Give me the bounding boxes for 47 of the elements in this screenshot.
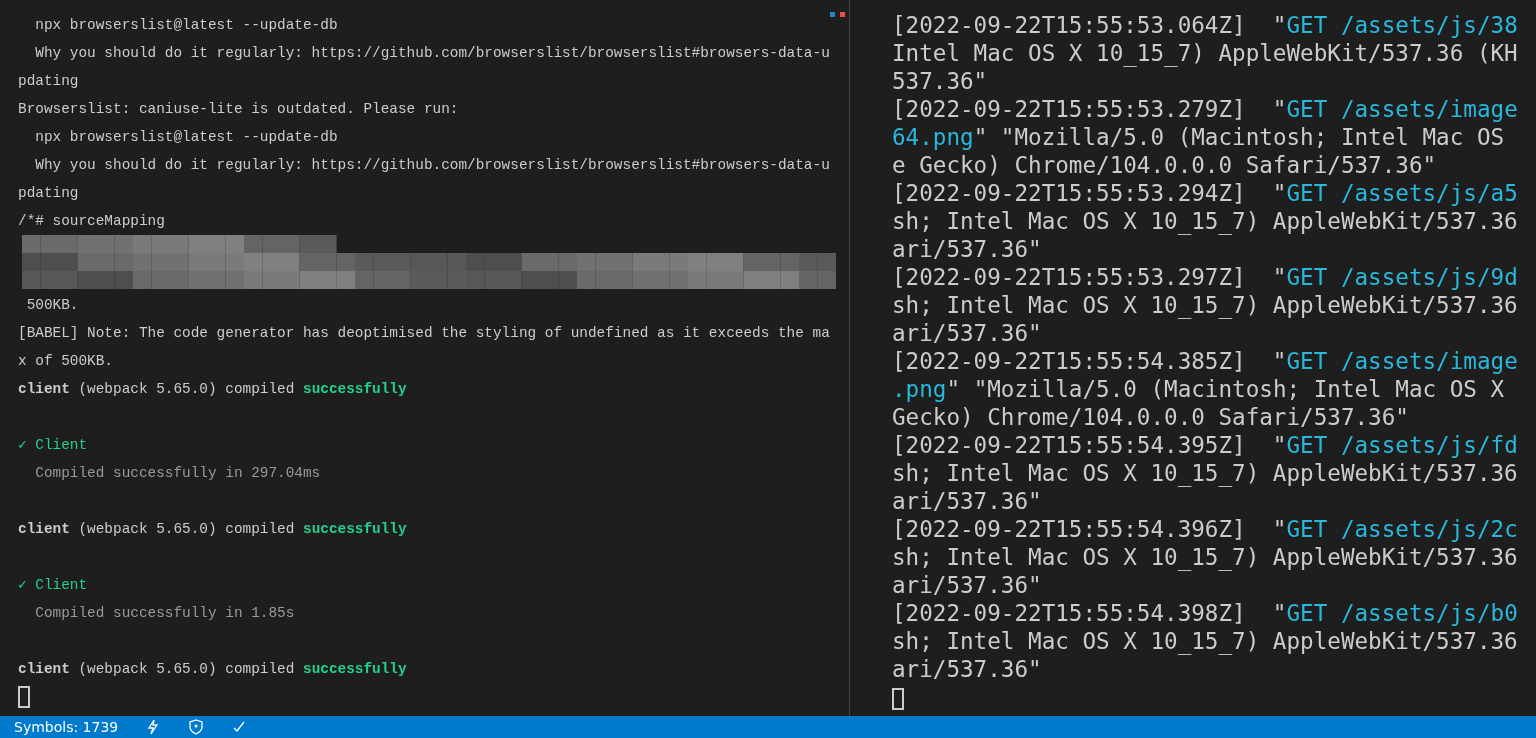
terminal-cursor (18, 686, 30, 709)
log-line: [2022-09-22T15:55:53.297Z] "GET /assets/js/9d (892, 263, 1519, 291)
terminal-line: [BABEL] Note: The code generator has deoptimised the styling of undefined as it exceeds the ma (18, 324, 831, 343)
log-line: sh; Intel Mac OS X 10_15_7) AppleWebKit/537.36 (892, 459, 1519, 487)
log-line: [2022-09-22T15:55:54.396Z] "GET /assets/js/2c (892, 515, 1519, 543)
terminal-cursor (892, 687, 904, 710)
log-line: [2022-09-22T15:55:53.279Z] "GET /assets/image (892, 95, 1519, 123)
log-line: Intel Mac OS X 10_15_7) AppleWebKit/537.36 (KH (892, 39, 1519, 67)
terminal-line: ✓ Client (18, 436, 89, 455)
terminal-line: Why you should do it regularly: https://github.com/browserslist/browserslist#browsers-data-u (34, 156, 831, 175)
log-line: [2022-09-22T15:55:53.064Z] "GET /assets/js/38 (892, 11, 1519, 39)
log-line: [2022-09-22T15:55:53.294Z] "GET /assets/js/a5 (892, 179, 1519, 207)
log-line: ari/537.36" (892, 319, 1043, 347)
terminal-line: npx browserslist@latest --update-db (34, 128, 339, 147)
log-line: sh; Intel Mac OS X 10_15_7) AppleWebKit/537.36 (892, 627, 1519, 655)
log-line: sh; Intel Mac OS X 10_15_7) AppleWebKit/537.36 (892, 543, 1519, 571)
log-line: ari/537.36" (892, 571, 1043, 599)
terminal-line: client (webpack 5.65.0) compiled successfully (18, 660, 408, 679)
terminal-line: ✓ Client (18, 576, 89, 595)
log-line: 537.36" (892, 67, 989, 95)
terminal-line: client (webpack 5.65.0) compiled successfully (18, 520, 408, 539)
terminal-line: Why you should do it regularly: https://github.com/browserslist/browserslist#browsers-data-u (34, 44, 831, 63)
log-line: .png" "Mozilla/5.0 (Macintosh; Intel Mac OS X (892, 375, 1506, 403)
log-line: sh; Intel Mac OS X 10_15_7) AppleWebKit/537.36 (892, 207, 1519, 235)
log-line: 64.png" "Mozilla/5.0 (Macintosh; Intel Mac OS (892, 123, 1506, 151)
symbols-count: Symbols: 1739 (14, 719, 119, 735)
shield-icon[interactable] (188, 719, 205, 735)
log-line: e Gecko) Chrome/104.0.0.0 Safari/537.36" (892, 151, 1438, 179)
bolt-icon[interactable] (146, 719, 161, 735)
log-line: [2022-09-22T15:55:54.398Z] "GET /assets/js/b0 (892, 599, 1519, 627)
terminal-line: npx browserslist@latest --update-db (34, 16, 339, 35)
terminal-line: client (webpack 5.65.0) compiled successfully (18, 380, 408, 399)
terminal-line: Compiled successfully in 297.04ms (34, 464, 322, 483)
log-line: [2022-09-22T15:55:54.395Z] "GET /assets/js/fd (892, 431, 1519, 459)
terminal-line: pdating (18, 184, 80, 203)
terminal-line: Browserslist: caniuse-lite is outdated. Please run: (18, 100, 460, 119)
log-line: ari/537.36" (892, 487, 1043, 515)
terminal-line: pdating (18, 72, 80, 91)
log-line: [2022-09-22T15:55:54.385Z] "GET /assets/image (892, 347, 1519, 375)
terminal-line: Compiled successfully in 1.85s (34, 604, 296, 623)
log-line: ari/537.36" (892, 235, 1043, 263)
terminal-line: x of 500KB. (18, 352, 114, 371)
log-line: sh; Intel Mac OS X 10_15_7) AppleWebKit/537.36 (892, 291, 1519, 319)
log-line: ari/537.36" (892, 655, 1043, 683)
terminal-line: /*# sourceMapping (18, 212, 166, 231)
log-line: Gecko) Chrome/104.0.0.0 Safari/537.36" (892, 403, 1410, 431)
terminal-line: 500KB. (25, 296, 80, 315)
